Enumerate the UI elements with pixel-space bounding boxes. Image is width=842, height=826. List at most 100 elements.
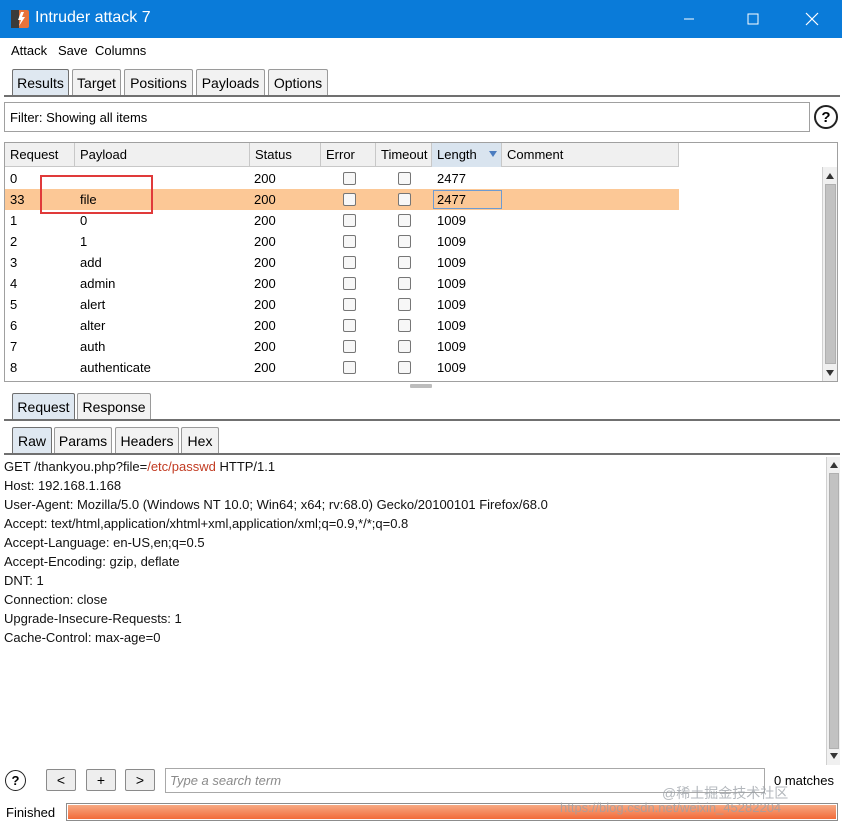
- menu-columns[interactable]: Columns: [95, 43, 146, 58]
- header-line: Upgrade-Insecure-Requests: 1: [4, 611, 182, 626]
- tab-headers[interactable]: Headers: [115, 427, 179, 453]
- header-line: Accept-Encoding: gzip, deflate: [4, 554, 180, 569]
- table-row[interactable]: 8 authenticate 200 1009: [5, 357, 679, 378]
- cell-request: 0: [10, 171, 18, 186]
- scroll-up-icon[interactable]: [826, 173, 834, 179]
- minimize-button[interactable]: [666, 0, 712, 38]
- results-scrollbar[interactable]: [822, 167, 837, 381]
- table-row[interactable]: 4 admin 200 1009: [5, 273, 679, 294]
- cell-error-checkbox[interactable]: [343, 172, 356, 185]
- cell-timeout-checkbox[interactable]: [398, 214, 411, 227]
- table-row[interactable]: 5 alert 200 1009: [5, 294, 679, 315]
- splitter-handle[interactable]: [410, 384, 432, 388]
- cell-length: 1009: [437, 213, 466, 228]
- view-tab-divider: [4, 453, 840, 455]
- cell-status: 200: [254, 339, 276, 354]
- col-comment[interactable]: Comment: [502, 143, 679, 167]
- next-button[interactable]: >: [125, 769, 155, 791]
- table-row[interactable]: 3 add 200 1009: [5, 252, 679, 273]
- cell-length: 1009: [437, 276, 466, 291]
- highlight-box: [40, 175, 153, 214]
- cell-timeout-checkbox[interactable]: [398, 235, 411, 248]
- cell-timeout-checkbox[interactable]: [398, 172, 411, 185]
- cell-error-checkbox[interactable]: [343, 277, 356, 290]
- watermark-url: https://blog.csdn.net/weixin_45282204: [560, 800, 782, 815]
- header-line: Cache-Control: max-age=0: [4, 630, 161, 645]
- cell-request: 8: [10, 360, 18, 375]
- tab-raw[interactable]: Raw: [12, 427, 52, 453]
- col-timeout[interactable]: Timeout: [376, 143, 432, 167]
- col-payload[interactable]: Payload: [75, 143, 250, 167]
- cell-status: 200: [254, 213, 276, 228]
- search-help-icon[interactable]: ?: [5, 770, 26, 791]
- col-error[interactable]: Error: [321, 143, 376, 167]
- cell-payload: admin: [80, 276, 116, 291]
- request-scrollbar[interactable]: [826, 457, 840, 765]
- cell-error-checkbox[interactable]: [343, 298, 356, 311]
- tab-payloads[interactable]: Payloads: [196, 69, 265, 95]
- cell-timeout-checkbox[interactable]: [398, 298, 411, 311]
- request-editor[interactable]: GET /thankyou.php?file=/etc/passwd HTTP/…: [0, 456, 826, 766]
- col-length[interactable]: Length: [432, 143, 502, 167]
- table-row[interactable]: 7 auth 200 1009: [5, 336, 679, 357]
- tab-params[interactable]: Params: [54, 427, 112, 453]
- scroll-down-icon[interactable]: [830, 753, 838, 759]
- tab-divider: [4, 95, 840, 97]
- cell-error-checkbox[interactable]: [343, 193, 356, 206]
- cell-timeout-checkbox[interactable]: [398, 277, 411, 290]
- filter-label: Filter: Showing all items: [10, 110, 148, 125]
- close-button[interactable]: [789, 0, 835, 38]
- cell-error-checkbox[interactable]: [343, 214, 356, 227]
- tab-options[interactable]: Options: [268, 69, 328, 95]
- cell-status: 200: [254, 234, 276, 249]
- cell-payload: add: [80, 255, 102, 270]
- maximize-button[interactable]: [730, 0, 776, 38]
- request-line: GET /thankyou.php?file=/etc/passwd HTTP/…: [4, 459, 275, 474]
- cell-payload: alter: [80, 318, 106, 333]
- cell-timeout-checkbox[interactable]: [398, 256, 411, 269]
- status-label: Finished: [6, 805, 56, 820]
- tab-target[interactable]: Target: [72, 69, 121, 95]
- col-status[interactable]: Status: [250, 143, 321, 167]
- cell-status: 200: [254, 297, 276, 312]
- cell-length: 1009: [437, 360, 466, 375]
- cell-length: 1009: [437, 234, 466, 249]
- cell-timeout-checkbox[interactable]: [398, 193, 411, 206]
- scroll-thumb[interactable]: [825, 184, 836, 364]
- tab-response[interactable]: Response: [77, 393, 151, 419]
- cell-timeout-checkbox[interactable]: [398, 319, 411, 332]
- cell-timeout-checkbox[interactable]: [398, 361, 411, 374]
- scroll-down-icon[interactable]: [826, 370, 834, 376]
- cell-error-checkbox[interactable]: [343, 256, 356, 269]
- help-icon[interactable]: ?: [814, 105, 838, 129]
- menu-attack[interactable]: Attack: [11, 43, 47, 58]
- cell-status: 200: [254, 318, 276, 333]
- cell-payload: alert: [80, 297, 106, 312]
- add-button[interactable]: +: [86, 769, 116, 791]
- menu-save[interactable]: Save: [58, 43, 88, 58]
- window-title: Intruder attack 7: [35, 9, 151, 26]
- scroll-thumb[interactable]: [829, 473, 839, 749]
- cell-timeout-checkbox[interactable]: [398, 340, 411, 353]
- cell-request: 6: [10, 318, 18, 333]
- close-icon: [805, 12, 819, 26]
- cell-error-checkbox[interactable]: [343, 319, 356, 332]
- cell-length: 1009: [437, 255, 466, 270]
- table-row[interactable]: 2 1 200 1009: [5, 231, 679, 252]
- previous-button[interactable]: <: [46, 769, 76, 791]
- col-request[interactable]: Request: [5, 143, 75, 167]
- tab-positions[interactable]: Positions: [124, 69, 193, 95]
- cell-error-checkbox[interactable]: [343, 235, 356, 248]
- cell-error-checkbox[interactable]: [343, 361, 356, 374]
- scroll-up-icon[interactable]: [830, 462, 838, 468]
- tab-hex[interactable]: Hex: [181, 427, 219, 453]
- table-row[interactable]: 6 alter 200 1009: [5, 315, 679, 336]
- tab-results[interactable]: Results: [12, 69, 69, 95]
- cell-length: 1009: [437, 318, 466, 333]
- payload-value: /etc/passwd: [147, 459, 216, 474]
- cell-error-checkbox[interactable]: [343, 340, 356, 353]
- sort-desc-icon: [489, 151, 497, 157]
- cell-length: 1009: [437, 339, 466, 354]
- header-line: Connection: close: [4, 592, 108, 607]
- tab-request[interactable]: Request: [12, 393, 75, 419]
